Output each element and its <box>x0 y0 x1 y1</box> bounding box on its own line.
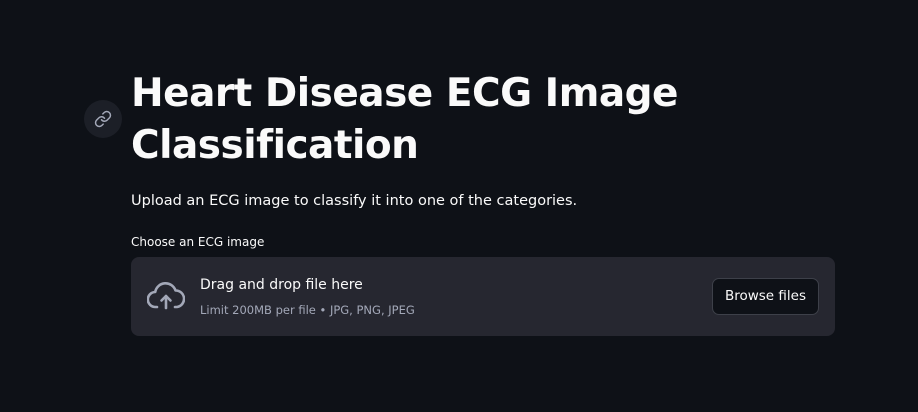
page-subtitle: Upload an ECG image to classify it into … <box>131 193 578 209</box>
file-dropzone[interactable]: Drag and drop file here Limit 200MB per … <box>131 257 835 336</box>
browse-files-button[interactable]: Browse files <box>711 278 819 315</box>
header-anchor-link[interactable] <box>84 100 122 138</box>
app-page: Heart Disease ECG Image Classification U… <box>0 0 918 412</box>
link-icon <box>94 110 112 128</box>
dropzone-hint: Limit 200MB per file • JPG, PNG, JPEG <box>200 303 415 317</box>
page-title: Heart Disease ECG Image Classification <box>131 71 679 168</box>
dropzone-title: Drag and drop file here <box>200 277 363 293</box>
cloud-upload-icon <box>147 282 185 310</box>
file-uploader-label: Choose an ECG image <box>131 235 265 249</box>
